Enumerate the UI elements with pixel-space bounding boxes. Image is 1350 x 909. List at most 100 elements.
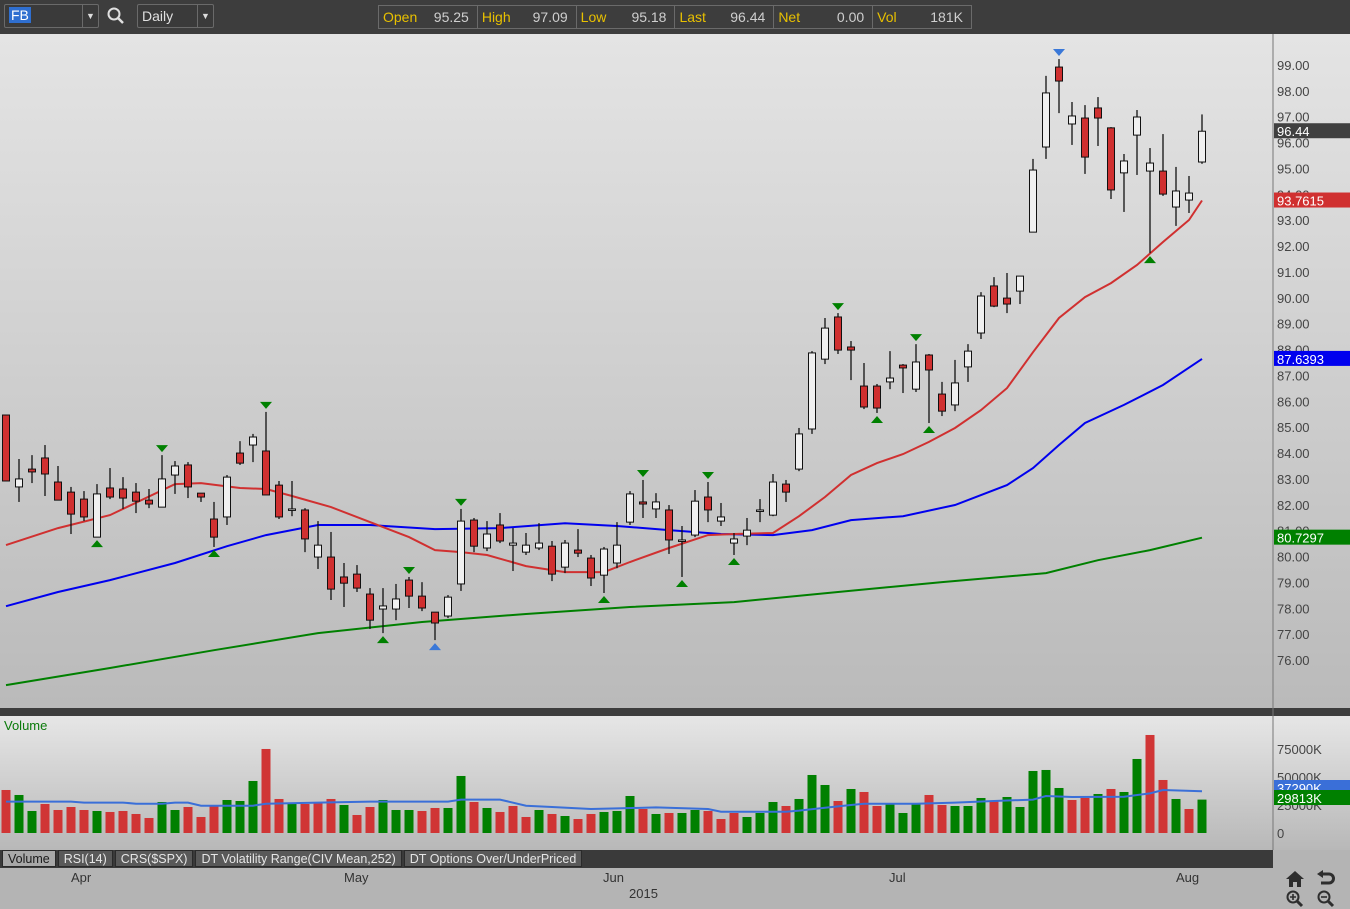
candle	[834, 313, 842, 354]
candle-body	[41, 457, 49, 475]
price-tick: 95.00	[1277, 161, 1310, 176]
price-tick: 93.00	[1277, 213, 1310, 228]
volume-bar	[677, 812, 687, 833]
candle-body	[366, 593, 374, 621]
candle-body	[834, 316, 842, 351]
candle-body	[730, 538, 738, 544]
candle-body	[951, 382, 959, 406]
chart-canvas[interactable]: 99.0098.0097.0096.0095.0094.0093.0092.00…	[0, 0, 1350, 909]
price-tick: 97.00	[1277, 110, 1310, 125]
candle-body	[964, 350, 972, 368]
candle-body	[1042, 92, 1050, 148]
candle-body	[353, 573, 361, 589]
candle	[626, 491, 634, 525]
candle-body	[1185, 192, 1193, 201]
volume-bar	[131, 813, 141, 833]
candle-body	[288, 508, 296, 511]
price-tick: 89.00	[1277, 317, 1310, 332]
volume-bar	[599, 811, 609, 833]
candle-body	[795, 433, 803, 470]
volume-bar	[209, 805, 219, 833]
price-tick: 83.00	[1277, 472, 1310, 487]
candle-body	[54, 481, 62, 501]
volume-bar	[768, 801, 778, 833]
volume-bar	[937, 804, 947, 833]
panel-divider[interactable]	[0, 708, 1350, 716]
candle-body	[327, 556, 335, 590]
volume-bar	[1028, 770, 1038, 833]
tab-dt-volatility-range-civ-mean-252[interactable]: DT Volatility Range(CIV Mean,252)	[195, 850, 402, 867]
tab-crs-spx[interactable]: CRS($SPX)	[114, 850, 194, 867]
candle-body	[886, 377, 894, 383]
candle-body	[379, 605, 387, 610]
volume-bar	[963, 805, 973, 833]
volume-bar	[469, 801, 479, 833]
volume-bar	[586, 813, 596, 833]
year-label: 2015	[629, 886, 658, 901]
volume-bar	[885, 803, 895, 833]
volume-bar	[40, 803, 50, 833]
candle-body	[457, 520, 465, 585]
volume-bar	[794, 798, 804, 833]
tab-volume[interactable]: Volume	[2, 850, 56, 867]
price-tick: 86.00	[1277, 394, 1310, 409]
volume-bar	[92, 810, 102, 833]
candle	[795, 427, 803, 472]
volume-bar	[755, 812, 765, 833]
candle-body	[535, 542, 543, 549]
volume-bar	[417, 810, 427, 833]
volume-bar	[391, 809, 401, 833]
candle-body	[652, 501, 660, 510]
volume-bar	[716, 819, 726, 833]
volume-bar	[456, 775, 466, 833]
candle-body	[197, 492, 205, 498]
volume-title: Volume	[4, 718, 47, 733]
volume-bar	[53, 809, 63, 833]
candle-body	[977, 295, 985, 334]
home-icon[interactable]	[1285, 870, 1305, 888]
candle-body	[574, 549, 582, 554]
tab-rsi-14[interactable]: RSI(14)	[57, 850, 113, 867]
candle-body	[1094, 107, 1102, 119]
volume-bar	[547, 813, 557, 833]
price-tick: 78.00	[1277, 601, 1310, 616]
volume-bar	[404, 809, 414, 833]
volume-bar	[495, 811, 505, 833]
volume-tick: 0	[1277, 826, 1284, 841]
candle-body	[1068, 115, 1076, 125]
month-label: May	[344, 870, 369, 885]
volume-bar	[105, 811, 115, 833]
price-tick: 84.00	[1277, 446, 1310, 461]
volume-bar	[352, 814, 362, 833]
volume-bar	[170, 809, 180, 833]
zoom-in-icon[interactable]	[1285, 890, 1305, 908]
candle	[1029, 158, 1037, 233]
candle-body	[15, 478, 23, 488]
candle-body	[1198, 130, 1206, 163]
candle-body	[665, 509, 673, 541]
volume-bar	[365, 806, 375, 833]
price-tick: 82.00	[1277, 498, 1310, 513]
candle-body	[1029, 169, 1037, 233]
candle-body	[28, 468, 36, 473]
candle-body	[119, 488, 127, 499]
candle-body	[171, 465, 179, 476]
volume-bar	[898, 812, 908, 833]
volume-bar	[1054, 787, 1064, 833]
volume-bar	[859, 791, 869, 833]
candle-body	[67, 491, 75, 515]
volume-bar	[911, 803, 921, 833]
zoom-out-icon[interactable]	[1316, 890, 1336, 908]
price-panel	[0, 34, 1350, 708]
candle-body	[509, 542, 517, 546]
volume-bar	[79, 809, 89, 833]
tab-dt-options-over-underpriced[interactable]: DT Options Over/UnderPriced	[403, 850, 583, 867]
undo-icon[interactable]	[1316, 870, 1336, 888]
volume-bar	[1171, 798, 1181, 833]
volume-bar	[625, 795, 635, 833]
volume-bar	[1041, 769, 1051, 833]
volume-bar	[326, 798, 336, 833]
candle-body	[704, 496, 712, 511]
candle-body	[821, 327, 829, 360]
candle-body	[717, 516, 725, 522]
